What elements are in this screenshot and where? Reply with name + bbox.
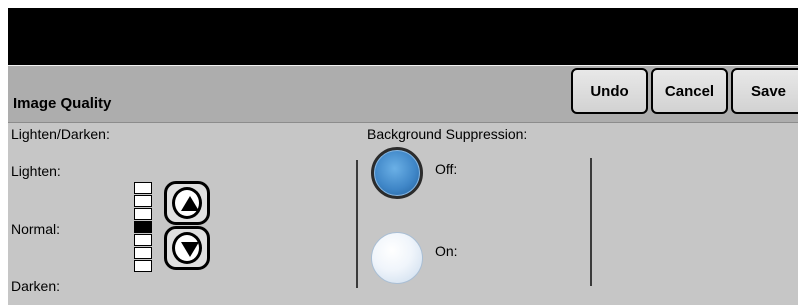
scale-step bbox=[134, 234, 152, 246]
darken-label: Darken: bbox=[11, 278, 61, 294]
scale-step bbox=[134, 260, 152, 272]
up-arrow-icon bbox=[172, 187, 202, 219]
scale-step bbox=[134, 208, 152, 220]
down-arrow-icon bbox=[172, 232, 202, 264]
cancel-button[interactable]: Cancel bbox=[651, 68, 728, 114]
lighten-label: Lighten: bbox=[11, 163, 61, 179]
scale-step bbox=[134, 247, 152, 259]
scale-step-current bbox=[134, 221, 152, 233]
lighten-darken-scale bbox=[134, 182, 152, 272]
page-title: Image Quality bbox=[13, 95, 112, 112]
suppression-off-label: Off: bbox=[435, 161, 458, 177]
settings-panel: Lighten/Darken: Lighten: Normal: Darken:… bbox=[8, 122, 798, 305]
scale-step bbox=[134, 195, 152, 207]
darken-down-button[interactable] bbox=[164, 226, 210, 270]
lighten-darken-label: Lighten/Darken: bbox=[11, 126, 110, 142]
normal-label: Normal: bbox=[11, 221, 61, 237]
top-bar bbox=[8, 8, 798, 65]
divider bbox=[356, 160, 358, 288]
suppression-on-label: On: bbox=[435, 243, 458, 259]
divider bbox=[590, 158, 592, 286]
suppression-on-radio[interactable] bbox=[371, 232, 423, 284]
header-bar: Image Quality Undo Cancel Save bbox=[8, 65, 798, 122]
screen: Image Quality Undo Cancel Save Lighten/D… bbox=[8, 8, 798, 305]
save-button[interactable]: Save bbox=[731, 68, 798, 114]
undo-button[interactable]: Undo bbox=[571, 68, 648, 114]
scale-step bbox=[134, 182, 152, 194]
lighten-up-button[interactable] bbox=[164, 181, 210, 225]
suppression-off-radio[interactable] bbox=[371, 147, 423, 199]
background-suppression-label: Background Suppression: bbox=[367, 126, 528, 142]
